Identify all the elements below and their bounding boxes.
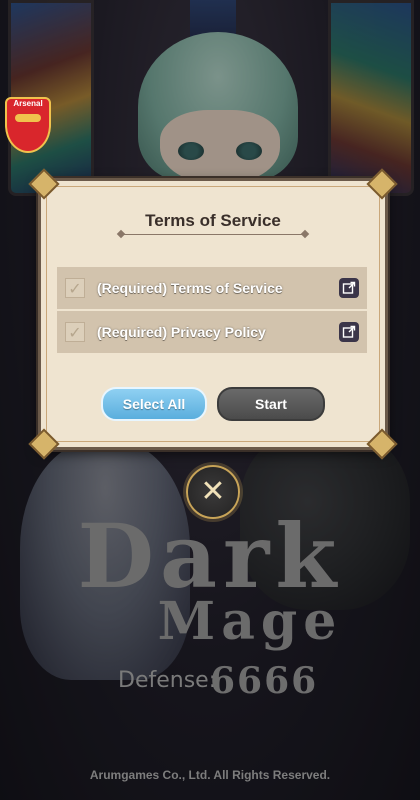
terms-list: ✓ (Required) Terms of Service ✓ (Require… [57, 267, 367, 355]
term-row-privacy-policy[interactable]: ✓ (Required) Privacy Policy [57, 311, 367, 353]
close-icon: ✕ [200, 474, 226, 509]
external-link-button[interactable] [339, 278, 359, 298]
select-all-button[interactable]: Select All [101, 387, 207, 421]
checkmark-icon: ✓ [68, 278, 82, 298]
cannon-icon [15, 114, 41, 122]
logo-subtitle-defense: Defense: [118, 668, 217, 693]
close-button[interactable]: ✕ [186, 465, 240, 519]
logo-subtitle-number: 6666 [210, 660, 319, 702]
club-badge-label: Arsenal [13, 99, 43, 108]
checkmark-icon: ✓ [68, 322, 82, 342]
club-badge-icon: Arsenal [5, 97, 51, 153]
title-divider [121, 234, 305, 235]
privacy-checkbox[interactable]: ✓ [65, 322, 85, 342]
external-link-button[interactable] [339, 322, 359, 342]
terms-dialog: Terms of Service ✓ (Required) Terms of S… [28, 168, 398, 460]
term-row-terms-of-service[interactable]: ✓ (Required) Terms of Service [57, 267, 367, 309]
dialog-title: Terms of Service [145, 211, 281, 230]
external-link-icon [342, 325, 356, 338]
terms-checkbox[interactable]: ✓ [65, 278, 85, 298]
term-label: (Required) Privacy Policy [97, 324, 266, 340]
external-link-icon [342, 281, 356, 294]
logo-title-mage: Mage [157, 591, 343, 652]
start-button[interactable]: Start [217, 387, 325, 421]
logo-title-dark: Dark [77, 504, 343, 608]
term-label: (Required) Terms of Service [97, 280, 283, 296]
copyright-text: Arumgames Co., Ltd. All Rights Reserved. [89, 768, 331, 782]
